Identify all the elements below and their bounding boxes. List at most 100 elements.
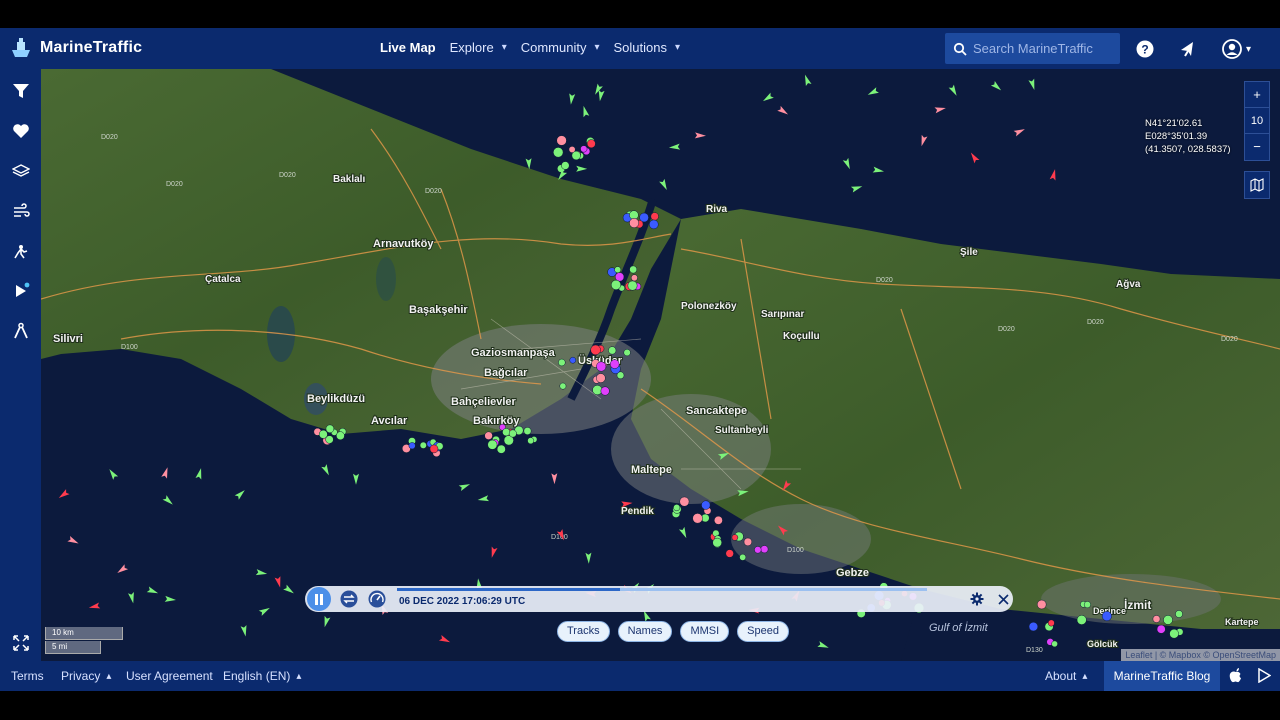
weather-button[interactable] <box>0 191 41 231</box>
filter-button[interactable] <box>0 71 41 111</box>
apple-app-link[interactable] <box>1229 668 1242 683</box>
vessel-marker[interactable] <box>419 441 427 449</box>
mmsi-toggle[interactable]: MMSI <box>680 621 730 642</box>
vessel-marker[interactable] <box>714 515 723 525</box>
zoom-in-button[interactable]: + <box>1245 82 1269 108</box>
vessel-marker[interactable] <box>1036 599 1047 610</box>
nav-explore[interactable]: Explore ▾ <box>450 40 507 55</box>
vessel-marker[interactable] <box>614 266 622 274</box>
measure-button[interactable] <box>0 311 41 351</box>
vessel-marker[interactable] <box>1175 610 1183 618</box>
vessel-marker[interactable] <box>609 359 620 369</box>
logo[interactable]: MarineTraffic <box>8 36 142 60</box>
vessel-marker[interactable] <box>725 549 734 558</box>
vessel-marker[interactable] <box>712 537 722 548</box>
playback-button[interactable] <box>0 271 41 311</box>
vessel-marker[interactable] <box>556 135 567 146</box>
vessel-marker[interactable] <box>586 139 596 149</box>
names-toggle[interactable]: Names <box>617 621 673 642</box>
vessel-marker[interactable] <box>487 439 498 450</box>
vessel-marker[interactable] <box>559 382 567 390</box>
vessel-marker[interactable] <box>1083 601 1091 609</box>
repeat-button[interactable] <box>337 587 361 611</box>
vessel-marker[interactable] <box>1152 615 1161 623</box>
vessel-marker[interactable] <box>1163 615 1173 625</box>
vessel-marker[interactable] <box>701 500 711 510</box>
vessel-marker[interactable] <box>629 265 638 274</box>
vessel-marker[interactable] <box>592 384 603 396</box>
vessel-marker[interactable] <box>1156 624 1166 634</box>
vessel-marker[interactable] <box>569 356 577 364</box>
vessel-marker[interactable] <box>679 496 690 507</box>
zoom-out-button[interactable]: − <box>1245 134 1269 160</box>
language-selector[interactable]: English (EN) ▴ <box>223 669 301 683</box>
playback-progress[interactable] <box>397 588 927 591</box>
vessel-marker[interactable] <box>739 553 747 561</box>
about-link[interactable]: About ▴ <box>1045 669 1087 683</box>
vessel-marker[interactable] <box>561 161 570 170</box>
vessel-marker[interactable] <box>610 279 622 290</box>
vessel-marker[interactable] <box>408 442 416 450</box>
privacy-link[interactable]: Privacy ▴ <box>61 669 111 683</box>
vessel-marker[interactable] <box>630 274 638 282</box>
vessel-marker[interactable] <box>1169 628 1179 639</box>
vessel-marker[interactable] <box>558 358 566 367</box>
favorites-button[interactable] <box>0 111 41 151</box>
vessel-marker[interactable] <box>429 444 439 454</box>
vessel-marker[interactable] <box>496 444 506 454</box>
search-icon[interactable] <box>953 42 967 56</box>
search-input[interactable] <box>973 41 1118 56</box>
vessel-marker[interactable] <box>318 429 328 439</box>
map-attribution[interactable]: Leaflet | © Mapbox © OpenStreetMap <box>1121 649 1280 661</box>
layers-button[interactable] <box>0 151 41 191</box>
density-button[interactable] <box>0 231 41 271</box>
vessel-marker[interactable] <box>336 431 345 441</box>
vessel-marker[interactable] <box>1028 621 1039 632</box>
vessel-marker[interactable] <box>731 534 739 541</box>
vessel-marker[interactable] <box>1051 640 1058 648</box>
vessel-marker[interactable] <box>673 504 681 512</box>
vessel-marker[interactable] <box>568 146 576 153</box>
nav-live-map[interactable]: Live Map <box>380 40 436 55</box>
playback-settings-button[interactable] <box>965 587 989 611</box>
nav-community[interactable]: Community ▾ <box>521 40 600 55</box>
user-agreement-link[interactable]: User Agreement <box>126 669 213 683</box>
speed-toggle[interactable]: Speed <box>737 621 789 642</box>
vessel-marker[interactable] <box>600 386 610 396</box>
vessel-marker[interactable] <box>325 424 335 434</box>
vessel-marker[interactable] <box>754 546 762 554</box>
vessel-marker[interactable] <box>553 147 564 158</box>
vessel-marker[interactable] <box>502 428 511 437</box>
fullscreen-button[interactable] <box>0 623 41 663</box>
vessel-marker[interactable] <box>595 373 606 383</box>
live-map[interactable]: Baklalı Arnavutköy Çatalca Silivri Başak… <box>41 69 1280 661</box>
tracks-toggle[interactable]: Tracks <box>557 621 610 642</box>
vessel-marker[interactable] <box>508 429 517 438</box>
vessel-marker[interactable] <box>650 212 659 221</box>
vessel-marker[interactable] <box>692 513 703 524</box>
map-style-button[interactable] <box>1245 172 1269 198</box>
vessel-marker[interactable] <box>527 437 535 445</box>
terms-link[interactable]: Terms <box>11 669 44 683</box>
speed-button[interactable] <box>365 587 389 611</box>
nav-solutions[interactable]: Solutions ▾ <box>614 40 681 55</box>
vessel-marker[interactable] <box>649 219 659 230</box>
account-icon[interactable]: ▾ <box>1222 38 1260 60</box>
pause-button[interactable] <box>307 587 331 611</box>
vessel-marker[interactable] <box>1047 619 1055 627</box>
vessel-marker[interactable] <box>629 218 640 228</box>
notifications-icon[interactable] <box>1178 38 1200 60</box>
blog-link[interactable]: MarineTraffic Blog <box>1104 661 1220 691</box>
google-play-link[interactable] <box>1258 668 1271 683</box>
playback-close-button[interactable] <box>991 587 1015 611</box>
vessel-marker[interactable] <box>1076 614 1087 625</box>
vessel-marker[interactable] <box>596 361 607 372</box>
vessel-marker[interactable] <box>627 280 638 291</box>
vessel-marker[interactable] <box>623 349 631 357</box>
vessel-marker[interactable] <box>760 545 769 554</box>
vessel-marker[interactable] <box>743 537 753 547</box>
help-icon[interactable]: ? <box>1134 38 1156 60</box>
vessel-marker[interactable] <box>608 346 617 355</box>
vessel-marker[interactable] <box>580 145 588 153</box>
vessel-marker[interactable] <box>523 427 532 435</box>
